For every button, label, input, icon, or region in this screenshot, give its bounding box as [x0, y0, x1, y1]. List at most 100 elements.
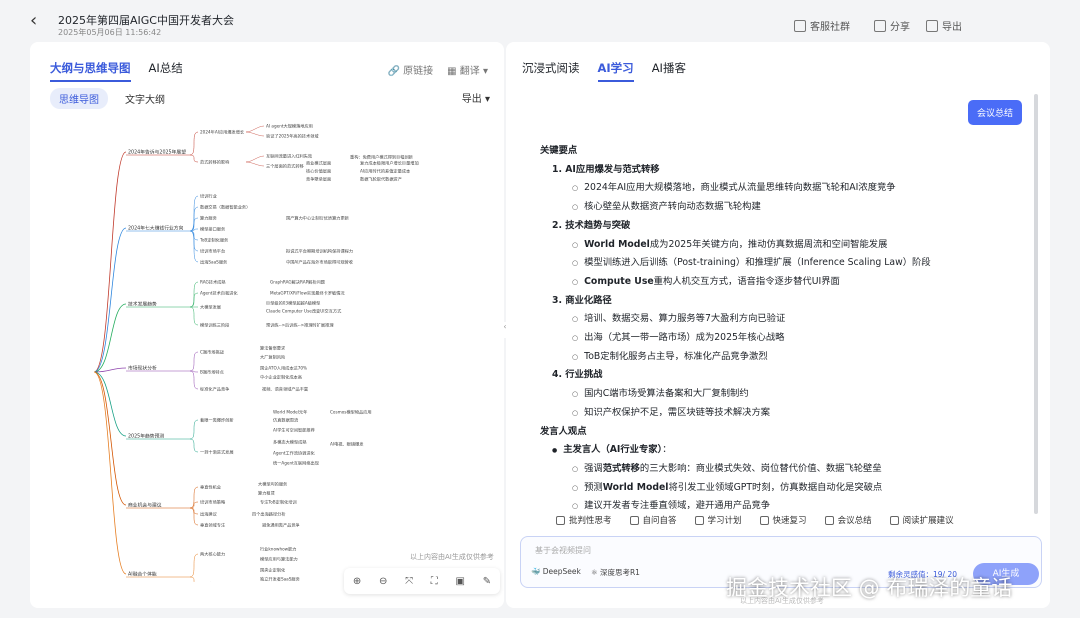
quick-action-icon: [556, 515, 565, 525]
mindmap-leaf: AI电视、眼镜爆发: [330, 441, 364, 448]
mindmap-branch: [93, 303, 127, 373]
quick-action-5[interactable]: 阅读扩展建议: [889, 514, 954, 526]
mindmap-node: 培训市场策略: [200, 499, 226, 506]
fullscreen-icon[interactable]: ⛶: [431, 576, 438, 587]
tab-immersive-reading[interactable]: 沉浸式阅读: [522, 60, 580, 82]
mindmap-node: 标准化产品竞争: [200, 386, 230, 393]
mindmap-leaf: 巨型级的03模型超越A级模型: [266, 300, 320, 307]
edit-icon[interactable]: ✎: [483, 576, 491, 587]
model-deepseek[interactable]: 🐳 DeepSeek: [531, 567, 581, 578]
summary-item: 培训、数据交易、算力服务等7大盈利方向已验证: [572, 310, 785, 324]
translate-button[interactable]: ▦ 翻译 ▾: [447, 62, 488, 77]
mindmap-node: 出海SaaS服务: [200, 259, 228, 266]
summary-item: World Model成为2025年关键方向，推动仿真数据周流和空间智能发展: [572, 236, 887, 250]
tab-ai-summary[interactable]: AI总结: [149, 60, 183, 82]
summary-item: 出海（尤其一带一路市场）成为2025年核心战略: [572, 329, 784, 343]
mindmap-leaf: 统一Agent互联网络出现: [273, 460, 319, 467]
question-input[interactable]: 基于会视频提问: [535, 545, 591, 556]
mindmap-node: B端市场特点: [200, 369, 224, 376]
zoom-out-icon[interactable]: ⊖: [379, 576, 387, 587]
customer-community-button[interactable]: 客服社群: [794, 18, 850, 33]
mindmap-branch: [93, 371, 127, 437]
mindmap-node: 数据交易（数据智能业务）: [200, 204, 250, 211]
summary-heading: 发言人观点: [540, 425, 587, 437]
mindmap-node: 2025年趋势预测: [128, 433, 164, 440]
mindmap-branch: [189, 370, 199, 390]
mindmap-node: Agent技术自我进化: [200, 290, 238, 297]
mindmap-node: 一到十渐进式发展: [200, 449, 234, 456]
quick-action-label: 学习计划: [707, 516, 742, 526]
mindmap-node: 垂直性机会: [200, 484, 222, 491]
back-arrow-icon[interactable]: ‹: [30, 10, 37, 31]
quick-action-icon: [889, 515, 899, 525]
mindmap-branch: [245, 131, 265, 137]
summary-item: ToB定制化服务占主导，标准化产品竞争激烈: [572, 348, 768, 362]
mindmap-branch: [93, 227, 127, 373]
mindmap-leaf: 国央企定制化: [260, 567, 286, 574]
quick-action-2[interactable]: 学习计划: [694, 514, 742, 526]
mindmap-leaf: 多模态大模型成熟: [273, 439, 307, 446]
tab-ai-learning[interactable]: AI学习: [597, 60, 634, 82]
mindmap-branch: [189, 419, 199, 440]
mindmap-node: AI融合个体能: [128, 571, 157, 578]
summary-heading: 4. 行业挑战: [552, 369, 603, 381]
quick-action-4[interactable]: 会议总结: [824, 514, 872, 526]
share-button[interactable]: 分享: [874, 18, 910, 33]
mindmap-export-dropdown[interactable]: 导出 ▾: [462, 90, 490, 105]
quick-action-3[interactable]: 快速复习: [759, 514, 807, 526]
mindmap-node: 垂直领域专注: [200, 522, 226, 529]
quick-action-icon: [694, 515, 704, 525]
summary-item: Compute Use重构人机交互方式，语音指令逐步替代UI界面: [572, 273, 840, 287]
mindmap-node: 两大核心能力: [200, 551, 225, 558]
mindmap-panel: 大纲与思维导图 AI总结 🔗 原链接 ▦ 翻译 ▾ 思维导图 文字大纲 导出 ▾…: [30, 42, 504, 608]
export-button[interactable]: 导出: [926, 18, 962, 33]
mindmap-leaf: Agent工作流协调进化: [273, 450, 316, 457]
mindmap-node: 2024年告诉与2025年展望: [128, 149, 186, 156]
layout-icon[interactable]: ▣: [456, 576, 465, 587]
page-date: 2025年05月06日 11:56:42: [58, 28, 162, 37]
summary-item: 核心壁垒从数据资产转向动态数据飞轮构建: [572, 198, 761, 212]
ai-disclaimer: 以上内容由AI生成仅供参考: [410, 553, 494, 561]
mindmap-node: 2024年七大赚钱行业方向: [128, 225, 184, 232]
summary-heading: 关键要点: [540, 145, 578, 156]
original-link-button[interactable]: 🔗 原链接: [388, 62, 434, 77]
tab-ai-podcast[interactable]: AI播客: [652, 60, 686, 82]
meeting-summary-button[interactable]: 会议总结: [967, 100, 1022, 125]
mindmap-leaf: 算力租赁: [258, 490, 275, 497]
mindmap-node: 技术发展趋势: [128, 301, 157, 308]
quick-action-0[interactable]: 批判性思考: [556, 514, 612, 526]
tab-outline-mindmap[interactable]: 大纲与思维导图: [50, 60, 131, 82]
summary-heading: 3. 商业化路径: [552, 294, 612, 306]
quick-action-icon: [759, 515, 769, 525]
quick-action-label: 阅读扩展建议: [902, 516, 954, 526]
mindmap-leaf: 独立开发者SaaS服务: [260, 576, 301, 583]
mindmap-leaf: 商业模式层面: [306, 160, 331, 167]
mindmap-branch: [245, 161, 265, 167]
mindmap-leaf: 仿真数据周流: [273, 417, 299, 424]
mindmap-node: C端市场挑战: [200, 349, 225, 356]
subtab-text-outline[interactable]: 文字大纲: [116, 88, 174, 109]
deep-think-toggle[interactable]: ⚛ 深度思考R1: [591, 567, 640, 578]
fit-icon[interactable]: ⤧: [405, 576, 413, 587]
summary-item: 建议开发者专注垂直领域，避开通用产品竞争: [572, 497, 770, 511]
subtab-mindmap[interactable]: 思维导图: [50, 88, 108, 109]
quick-action-1[interactable]: 自问自答: [629, 514, 677, 526]
mindmap-leaf: Claude Computer Use改变UI交互方式: [266, 308, 342, 315]
mindmap-leaf: 视频、语音领域产品丰富: [262, 386, 308, 393]
upload-icon: [926, 19, 938, 32]
summary-item: 强调范式转移的三大影响：商业模式失效、岗位替代价值、数据飞轮壁垒: [572, 460, 882, 474]
summary-item: 模型训练进入后训练（Post-training）和推理扩展（Inference …: [572, 254, 931, 268]
summary-item: 2024年AI应用大规模落地，商业模式从流量思维转向数据飞轮和AI浓度竞争: [572, 179, 895, 193]
mindmap-node: RAG技术成熟: [200, 279, 226, 286]
mindmap-node: 2024年AI应用爆发增长: [200, 129, 245, 136]
mindmap-leaf: 竞争壁垒层面: [306, 176, 331, 183]
mindmap-branch: [189, 438, 199, 453]
mindmap-canvas[interactable]: 2024年告诉与2025年展望 2024年AI应用爆发增长 AI agent大规模落…: [30, 112, 504, 582]
watermark: 掘金技术社区 @ 布瑞泽的童话: [726, 576, 1013, 600]
mindmap-leaf: 大模型AI的服务: [258, 481, 288, 488]
mindmap-toolbar: ⊕ ⊖ ⤧ ⛶ ▣ ✎: [344, 568, 500, 594]
scrollbar[interactable]: [1034, 94, 1038, 514]
mindmap-leaf: MetaGPT/XR/Flow实现最终卡罗敏情况: [270, 290, 345, 297]
zoom-in-icon[interactable]: ⊕: [353, 576, 361, 587]
mindmap-leaf: GraphRAG解决RAP解析问题: [270, 279, 326, 286]
